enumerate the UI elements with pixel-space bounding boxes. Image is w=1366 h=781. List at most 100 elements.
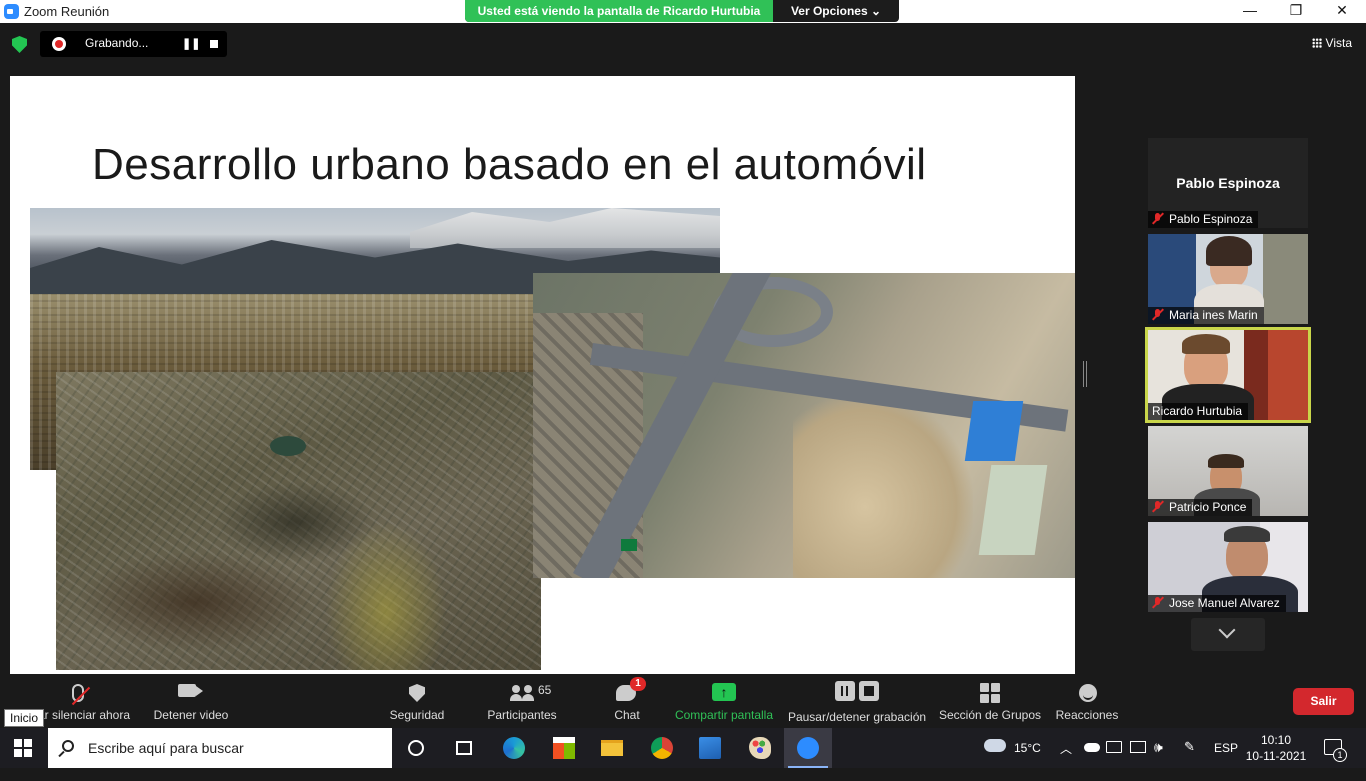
clock-date: 10-11-2021 <box>1245 749 1307 763</box>
folder-icon <box>601 740 623 756</box>
taskbar-edge[interactable] <box>490 728 538 768</box>
tray-overflow-chevron-icon[interactable]: ︿ <box>1060 740 1072 756</box>
close-button[interactable]: ✕ <box>1319 2 1365 19</box>
video-camera-icon <box>178 684 203 697</box>
security-label: Seguridad <box>389 708 445 722</box>
participant-name-label: Patricio Ponce <box>1148 499 1253 516</box>
participant-tile-active-speaker[interactable]: Ricardo Hurtubia <box>1145 327 1311 423</box>
participant-name-label: Ricardo Hurtubia <box>1148 403 1249 420</box>
taskbar-clock[interactable]: 10:10 10-11-2021 <box>1240 732 1312 764</box>
taskbar-paint[interactable] <box>736 728 784 768</box>
meeting-controls-toolbar: ar silenciar ahora Detener video Segurid… <box>0 676 1366 728</box>
smiley-reaction-icon <box>1079 684 1097 702</box>
video-options-caret[interactable] <box>224 676 232 684</box>
breakout-rooms-button[interactable]: Sección de Grupos <box>938 676 1042 728</box>
view-label: Vista <box>1325 36 1352 50</box>
pen-icon[interactable]: ✎ <box>1184 739 1195 779</box>
shared-screen-slide: Desarrollo urbano basado en el automóvil <box>10 76 1075 674</box>
participant-name-label: Jose Manuel Alvarez <box>1148 595 1286 612</box>
unmute-button[interactable]: ar silenciar ahora <box>30 676 138 728</box>
cortana-circle-icon <box>408 740 424 756</box>
taskbar-task-view[interactable] <box>440 728 488 768</box>
encryption-shield-icon[interactable] <box>12 36 27 53</box>
taskbar-search-input[interactable] <box>88 728 378 768</box>
pause-stop-recording-icon <box>835 681 879 701</box>
participants-label: Participantes <box>487 708 557 722</box>
chrome-browser-icon <box>651 737 673 759</box>
highway-interchange-photo <box>533 273 1075 578</box>
reactions-button[interactable]: Reacciones <box>1052 676 1122 728</box>
maximize-button[interactable]: ❐ <box>1273 2 1319 19</box>
aerial-suburb-photo <box>56 372 541 670</box>
pause-recording-icon[interactable]: ❚❚ <box>182 37 200 51</box>
paint-palette-icon <box>749 737 771 759</box>
stop-recording-icon[interactable] <box>210 40 218 48</box>
recording-label: Grabando... <box>85 36 149 50</box>
slide-title: Desarrollo urbano basado en el automóvil <box>92 140 927 189</box>
zoom-app-icon <box>4 4 19 19</box>
input-language[interactable]: ESP <box>1214 741 1238 781</box>
taskbar-zoom[interactable] <box>784 728 832 768</box>
onedrive-cloud-icon[interactable] <box>1084 743 1100 752</box>
taskbar-cortana[interactable] <box>392 728 440 768</box>
volume-icon[interactable]: 🕪 <box>1154 739 1163 779</box>
panel-resize-handle[interactable] <box>1083 361 1087 387</box>
audio-options-caret[interactable] <box>125 676 133 684</box>
stop-video-button[interactable]: Detener video <box>150 676 232 728</box>
participant-tile[interactable]: Jose Manuel Alvarez <box>1148 522 1308 612</box>
breakout-rooms-icon <box>980 683 1000 703</box>
participant-name-label: Pablo Espinoza <box>1148 211 1259 228</box>
reactions-label: Reacciones <box>1055 708 1119 722</box>
muted-mic-icon <box>1152 213 1163 224</box>
window-title: Zoom Reunión <box>24 4 110 19</box>
stop-video-label: Detener video <box>153 708 229 722</box>
cloud-weather-icon <box>984 739 1006 752</box>
participant-tile[interactable]: Patricio Ponce <box>1148 426 1308 516</box>
weather-temperature: 15°C <box>1014 741 1041 755</box>
screen-share-banner: Usted está viendo la pantalla de Ricardo… <box>465 0 899 22</box>
network-icon[interactable] <box>1130 741 1146 753</box>
unmute-label: ar silenciar ahora <box>37 708 131 722</box>
participant-name-label: Maria ines Marin <box>1148 307 1264 324</box>
participant-tile[interactable]: Pablo Espinoza Pablo Espinoza <box>1148 138 1308 228</box>
minimize-button[interactable]: — <box>1227 2 1273 18</box>
weather-widget[interactable]: 15°C <box>982 728 1052 768</box>
share-screen-label: Compartir pantalla <box>674 708 774 722</box>
share-banner-text: Usted está viendo la pantalla de Ricardo… <box>465 0 773 22</box>
store-bag-icon <box>553 737 575 759</box>
share-options-caret[interactable] <box>765 676 773 684</box>
meeting-top-strip: Grabando... ❚❚ Vista <box>0 23 1366 65</box>
pause-stop-recording-button[interactable]: Pausar/detener grabación <box>786 676 928 728</box>
security-shield-icon <box>409 684 425 702</box>
chat-label: Chat <box>614 708 640 722</box>
view-options-button[interactable]: Ver Opciones ⌄ <box>773 0 899 22</box>
recording-icon <box>52 37 66 51</box>
taskbar-photos[interactable] <box>686 728 734 768</box>
security-button[interactable]: Seguridad <box>382 676 452 728</box>
participant-tile[interactable]: Maria ines Marin <box>1148 234 1308 324</box>
search-icon <box>62 740 74 752</box>
participants-count: 65 <box>538 683 552 697</box>
share-screen-button[interactable]: Compartir pantalla <box>672 676 776 728</box>
leave-meeting-button[interactable]: Salir <box>1293 688 1354 715</box>
microphone-muted-icon <box>71 684 91 706</box>
taskbar-store[interactable] <box>540 728 588 768</box>
grid-view-icon <box>1311 38 1322 48</box>
edge-browser-icon <box>503 737 525 759</box>
participants-options-caret[interactable] <box>571 676 579 684</box>
taskbar-file-explorer[interactable] <box>588 728 636 768</box>
participants-icon <box>510 685 536 701</box>
share-screen-icon <box>712 683 736 701</box>
taskbar-chrome[interactable] <box>638 728 686 768</box>
muted-mic-icon <box>1152 309 1163 320</box>
windows-taskbar: 15°C ︿ 🕪 ✎ ESP 10:10 10-11-2021 1 <box>0 728 1366 768</box>
chevron-down-icon <box>1218 621 1236 639</box>
windows-start-icon[interactable] <box>14 739 32 757</box>
more-participants-button[interactable] <box>1191 618 1265 651</box>
taskbar-search-box[interactable] <box>48 728 392 768</box>
zoom-app-icon <box>797 737 819 759</box>
participants-button[interactable]: 65 Participantes <box>480 676 564 728</box>
battery-icon[interactable] <box>1106 741 1122 753</box>
notifications-count: 1 <box>1333 748 1347 762</box>
view-button[interactable]: Vista <box>1311 36 1352 50</box>
